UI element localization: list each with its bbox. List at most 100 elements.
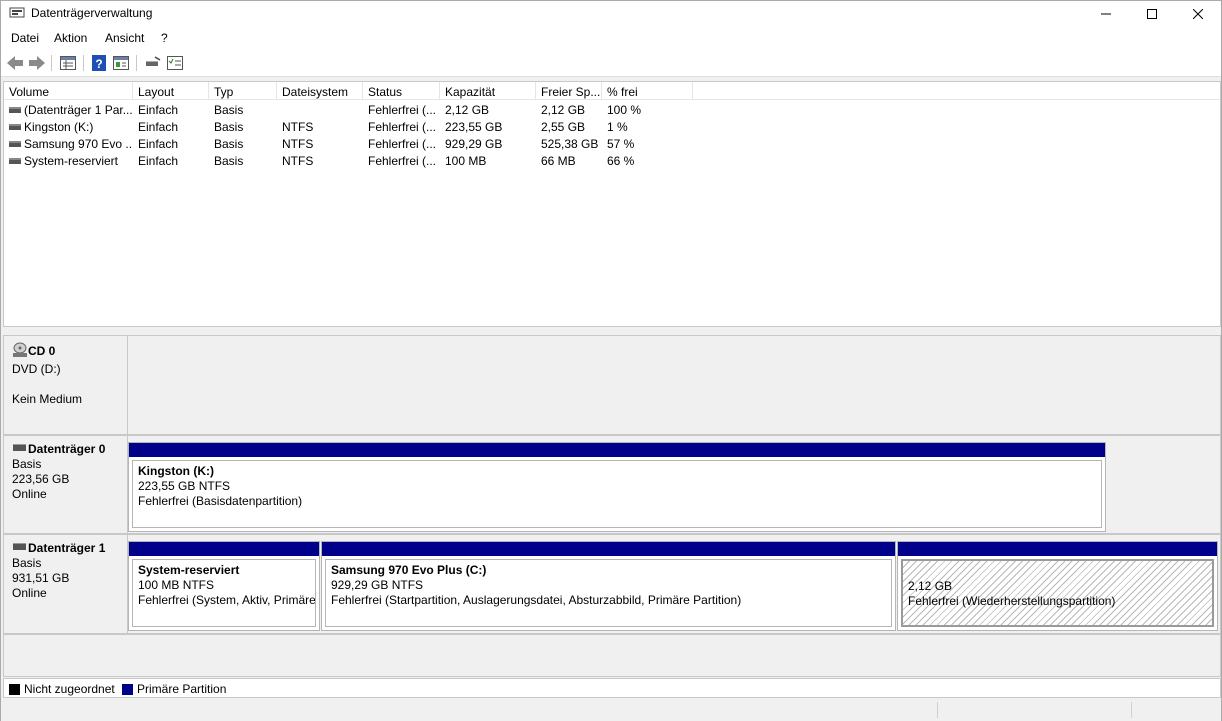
volume-free: 66 MB (541, 154, 576, 168)
forward-icon[interactable] (28, 54, 46, 72)
column-header-freier-speicher[interactable]: Freier Sp... (536, 82, 602, 100)
volume-status: Fehlerfrei (... (368, 103, 437, 117)
column-header-prozent-frei[interactable]: % frei (602, 82, 693, 100)
partition-recovery[interactable]: 2,12 GB Fehlerfrei (Wiederherstellungspa… (897, 541, 1218, 631)
cd-drive-icon (12, 342, 28, 362)
list-view-icon[interactable] (59, 54, 77, 72)
primary-partition-bar (129, 542, 319, 556)
partition-name: System-reserviert (138, 563, 240, 577)
disk-label-disk0[interactable]: Datenträger 0 Basis 223,56 GB Online (4, 436, 128, 533)
pane-splitter[interactable] (1, 327, 1221, 335)
volume-status: Fehlerfrei (... (368, 137, 437, 151)
disk0-size: 223,56 GB (12, 472, 70, 487)
partition-size: 100 MB NTFS (138, 578, 215, 592)
volume-fs: NTFS (282, 137, 314, 151)
properties-icon[interactable] (112, 54, 130, 72)
disk0-kind: Basis (12, 457, 42, 472)
disk0-name: Datenträger 0 (28, 442, 106, 456)
partition-samsung-c[interactable]: Samsung 970 Evo Plus (C:) 929,29 GB NTFS… (321, 541, 896, 631)
volume-list-header: Volume Layout Typ Dateisystem Status Kap… (4, 82, 1220, 100)
volume-icon (9, 123, 21, 130)
volume-typ: Basis (214, 137, 244, 151)
cd0-state: Kein Medium (12, 392, 83, 406)
disk1-state: Online (12, 586, 47, 601)
volume-row[interactable]: (Datenträger 1 Par... Einfach Basis Fehl… (4, 101, 1220, 118)
partition-kingston[interactable]: Kingston (K:) 223,55 GB NTFS Fehlerfrei … (128, 442, 1106, 532)
menu-aktion[interactable]: Aktion (54, 31, 87, 45)
volume-layout: Einfach (138, 137, 179, 151)
legend: Nicht zugeordnet Primäre Partition (3, 678, 1221, 698)
volume-name: System-reserviert (24, 154, 119, 168)
partition-status: Fehlerfrei (Basisdatenpartition) (138, 494, 303, 508)
column-header-volume[interactable]: Volume (4, 82, 133, 100)
volume-pct-free: 66 % (607, 154, 635, 168)
column-header-layout[interactable]: Layout (133, 82, 209, 100)
volume-row[interactable]: Samsung 970 Evo ... Einfach Basis NTFS F… (4, 135, 1220, 152)
column-header-dateisystem[interactable]: Dateisystem (277, 82, 363, 100)
partition-name: Kingston (K:) (138, 464, 214, 478)
volume-icon (9, 106, 21, 113)
menu-ansicht[interactable]: Ansicht (105, 31, 144, 45)
back-icon[interactable] (6, 54, 24, 72)
partition-system-reserved[interactable]: System-reserviert 100 MB NTFS Fehlerfrei… (128, 541, 320, 631)
volume-pct-free: 1 % (607, 120, 628, 134)
disk-label-cd0[interactable]: CD 0 DVD (D:) Kein Medium (4, 336, 128, 434)
primary-partition-bar (322, 542, 895, 556)
volume-name: Samsung 970 Evo ... (24, 137, 133, 151)
volume-icon (9, 157, 21, 164)
column-header-status[interactable]: Status (363, 82, 440, 100)
disk1-kind: Basis (12, 556, 42, 571)
toolbar: ? (1, 49, 1221, 77)
volume-capacity: 929,29 GB (445, 137, 503, 151)
column-header-kapazitaet[interactable]: Kapazität (440, 82, 536, 100)
maximize-button[interactable] (1129, 1, 1175, 27)
volume-typ: Basis (214, 103, 244, 117)
title-bar: Datenträgerverwaltung (1, 1, 1221, 27)
close-button[interactable] (1175, 1, 1221, 27)
partition-size: 929,29 GB NTFS (331, 578, 424, 592)
legend-swatch-primary (122, 684, 133, 695)
volume-row[interactable]: Kingston (K:) Einfach Basis NTFS Fehlerf… (4, 118, 1220, 135)
volume-layout: Einfach (138, 154, 179, 168)
volume-fs: NTFS (282, 120, 314, 134)
partition-size: 2,12 GB (908, 579, 953, 593)
volume-fs: NTFS (282, 154, 314, 168)
legend-label-primary: Primäre Partition (137, 682, 227, 696)
primary-partition-bar (898, 542, 1217, 556)
legend-swatch-unallocated (9, 684, 20, 695)
volume-status: Fehlerfrei (... (368, 120, 437, 134)
primary-partition-bar (129, 443, 1105, 457)
minimize-button[interactable] (1083, 1, 1129, 27)
disk1-size: 931,51 GB (12, 571, 70, 586)
volume-icon (9, 140, 21, 147)
partition-name: Samsung 970 Evo Plus (C:) (331, 563, 487, 577)
help-icon[interactable]: ? (90, 54, 108, 72)
volume-free: 2,12 GB (541, 103, 586, 117)
menu-help[interactable]: ? (161, 31, 168, 45)
column-header-typ[interactable]: Typ (209, 82, 277, 100)
volume-layout: Einfach (138, 103, 179, 117)
svg-text:?: ? (95, 57, 102, 71)
volume-free: 525,38 GB (541, 137, 599, 151)
volume-name: (Datenträger 1 Par... (24, 103, 133, 117)
volume-capacity: 2,12 GB (445, 103, 490, 117)
cd0-type: DVD (D:) (12, 362, 61, 376)
volume-capacity: 223,55 GB (445, 120, 503, 134)
disk-label-disk1[interactable]: Datenträger 1 Basis 931,51 GB Online (4, 535, 128, 633)
window-title: Datenträgerverwaltung (31, 6, 153, 20)
disk-management-window: Datenträgerverwaltung Datei Aktion Ansic… (0, 0, 1222, 721)
partition-status: Fehlerfrei (Startpartition, Auslagerungs… (331, 593, 742, 607)
checklist-icon[interactable] (166, 54, 184, 72)
volume-typ: Basis (214, 120, 244, 134)
volume-row[interactable]: System-reserviert Einfach Basis NTFS Feh… (4, 152, 1220, 169)
volume-free: 2,55 GB (541, 120, 586, 134)
disk0-state: Online (12, 487, 47, 502)
volume-name: Kingston (K:) (24, 120, 94, 134)
menu-datei[interactable]: Datei (11, 31, 39, 45)
disk-management-app-icon (9, 6, 25, 20)
partition-size: 223,55 GB NTFS (138, 479, 231, 493)
disk-graphical-view: CD 0 DVD (D:) Kein Medium Datenträger 0 … (3, 335, 1221, 677)
connect-icon[interactable] (144, 54, 162, 72)
cd0-name: CD 0 (28, 344, 56, 359)
volume-status: Fehlerfrei (... (368, 154, 437, 168)
